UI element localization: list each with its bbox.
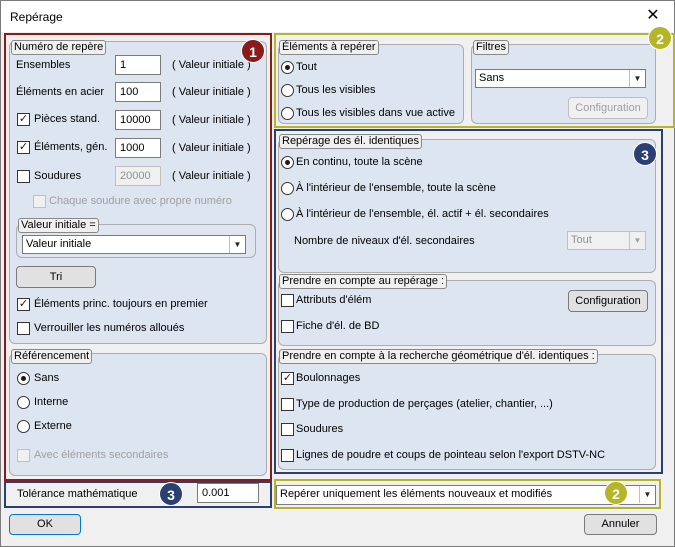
identiques-legend: Repérage des él. identiques [279,134,422,149]
interieur-scene-label: À l'intérieur de l'ensemble, toute la sc… [296,182,496,194]
valeur-initiale-value: Valeur initiale [26,238,92,250]
chevron-down-icon: ▼ [229,236,245,253]
chaque-soudure-checkbox[interactable] [33,195,46,208]
niveaux-value: Tout [571,234,592,246]
dialog-window: Repérage ✕ Numéro de repère Ensembles 1 … [0,0,675,547]
verrouiller-checkbox[interactable] [17,322,30,335]
title-bar: Repérage ✕ [1,1,674,32]
soudures-checkbox[interactable] [17,170,30,183]
en-continu-label: En continu, toute la scène [296,156,423,168]
ensembles-suffix: ( Valeur initiale ) [172,59,251,71]
type-production-label: Type de production de perçages (atelier,… [296,398,553,410]
elements-princ-checkbox[interactable]: ✓ [17,298,30,311]
ref-sans-label: Sans [34,372,60,384]
ref-interne-radio[interactable] [17,396,30,409]
elements-gen-checkbox[interactable]: ✓ [17,141,30,154]
filtres-legend: Filtres [473,40,509,55]
interieur-actif-label: À l'intérieur de l'ensemble, él. actif +… [296,208,549,220]
pieces-stand-input[interactable]: 10000 [115,110,161,130]
badge-2-top: 2 [648,26,672,50]
valeur-initiale-legend: Valeur initiale = [18,218,99,233]
tous-visibles-label: Tous les visibles [296,84,376,96]
filtres-select[interactable]: Sans ▼ [475,69,646,88]
elements-gen-suffix: ( Valeur initiale ) [172,142,251,154]
chaque-soudure-label: Chaque soudure avec propre numéro [49,195,232,207]
pieces-stand-label: Pièces stand. [34,113,101,125]
mode-select[interactable]: Repérer uniquement les éléments nouveaux… [276,485,656,505]
chevron-down-icon: ▼ [629,70,645,87]
window-title: Repérage [10,10,63,24]
soudures-suffix: ( Valeur initiale ) [172,170,251,182]
attributs-label: Attributs d'élém [296,294,372,306]
prendre-reperage-legend: Prendre en compte au repérage : [279,274,448,289]
interieur-scene-radio[interactable] [281,182,294,195]
tous-visibles-vue-label: Tous les visibles dans vue active [296,107,455,119]
filtres-configuration-button[interactable]: Configuration [568,97,648,119]
ref-interne-label: Interne [34,396,69,408]
valeur-initiale-select[interactable]: Valeur initiale ▼ [22,235,246,254]
badge-3-bottom: 3 [159,482,183,506]
referencement-legend: Référencement [11,349,93,364]
niveaux-select[interactable]: Tout ▼ [567,231,646,250]
soudures-input[interactable]: 20000 [115,166,161,186]
ensembles-label: Ensembles [16,59,71,71]
chevron-down-icon: ▼ [639,486,655,503]
pieces-stand-checkbox[interactable]: ✓ [17,113,30,126]
elements-acier-label: Éléments en acier [16,86,105,98]
filtres-value: Sans [479,72,505,84]
close-icon[interactable]: ✕ [642,5,664,27]
ok-button[interactable]: OK [9,514,81,535]
pieces-stand-suffix: ( Valeur initiale ) [172,114,251,126]
soudures-geom-checkbox[interactable] [281,423,294,436]
tout-label: Tout [296,61,317,73]
elements-gen-label: Éléments, gén. [34,141,108,153]
boulonnages-label: Boulonnages [296,372,361,384]
avec-elements-label: Avec éléments secondaires [34,449,169,461]
attributs-checkbox[interactable] [281,294,294,307]
tous-visibles-vue-radio[interactable] [281,107,294,120]
chevron-down-icon: ▼ [629,232,645,249]
ref-externe-radio[interactable] [17,420,30,433]
en-continu-radio[interactable] [281,156,294,169]
cancel-button[interactable]: Annuler [584,514,657,535]
lignes-poudre-checkbox[interactable] [281,449,294,462]
soudures-label: Soudures [34,170,82,182]
fiche-bd-label: Fiche d'él. de BD [296,320,380,332]
boulonnages-checkbox[interactable]: ✓ [281,372,294,385]
tolerance-input[interactable]: 0.001 [197,483,259,503]
elements-princ-label: Éléments princ. toujours en premier [34,298,208,310]
tri-button[interactable]: Tri [16,266,96,288]
fiche-bd-checkbox[interactable] [281,320,294,333]
numero-legend: Numéro de repère [11,40,107,55]
elements-gen-input[interactable]: 1000 [115,138,161,158]
elements-acier-suffix: ( Valeur initiale ) [172,86,251,98]
lignes-poudre-label: Lignes de poudre et coups de pointeau se… [296,449,606,461]
verrouiller-label: Verrouiller les numéros alloués [34,322,185,334]
tolerance-label: Tolérance mathématique [17,488,138,500]
elements-a-reperer-legend: Éléments à repérer [279,40,379,55]
badge-2-bottom: 2 [604,481,628,505]
ensembles-input[interactable]: 1 [115,55,161,75]
avec-elements-checkbox[interactable] [17,449,30,462]
elements-acier-input[interactable]: 100 [115,82,161,102]
tous-visibles-radio[interactable] [281,84,294,97]
badge-3-right: 3 [633,142,657,166]
ref-sans-radio[interactable] [17,372,30,385]
type-production-checkbox[interactable] [281,398,294,411]
tout-radio[interactable] [281,61,294,74]
ref-externe-label: Externe [34,420,72,432]
soudures-geom-label: Soudures [296,423,344,435]
interieur-actif-radio[interactable] [281,208,294,221]
niveaux-label: Nombre de niveaux d'él. secondaires [294,235,475,247]
mode-value: Repérer uniquement les éléments nouveaux… [280,488,553,500]
badge-1: 1 [241,39,265,63]
reperage-configuration-button[interactable]: Configuration [568,290,648,312]
prendre-geom-legend: Prendre en compte à la recherche géométr… [279,349,598,364]
